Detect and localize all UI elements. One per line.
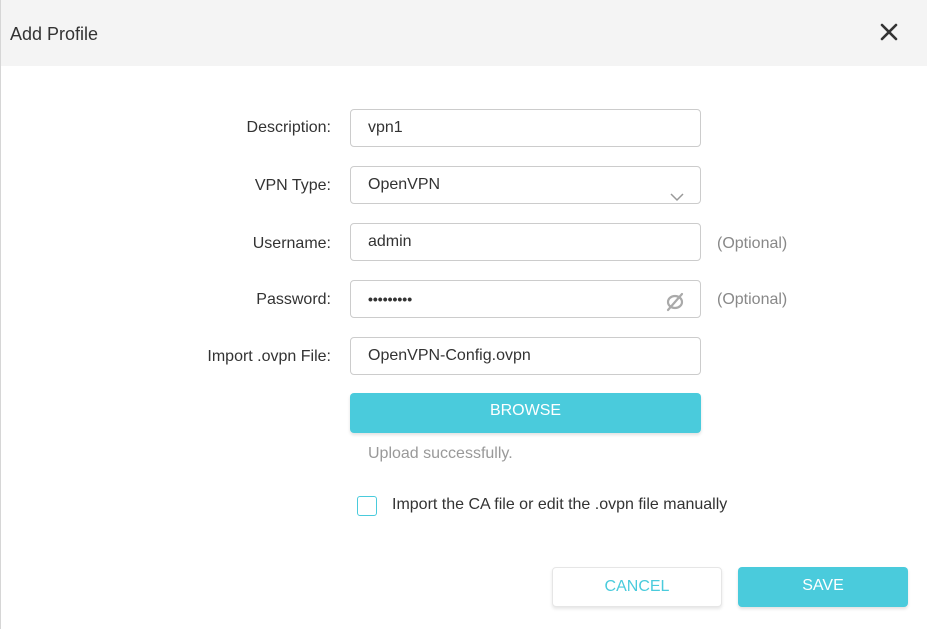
import-file-label: Import .ovpn File:	[207, 348, 331, 365]
description-label: Description:	[246, 119, 331, 136]
close-icon[interactable]	[877, 20, 901, 44]
add-profile-dialog: Add Profile Description: vpn1 VPN Type: …	[0, 0, 927, 629]
username-optional-hint: (Optional)	[717, 235, 788, 252]
save-button[interactable]: SAVE	[738, 567, 908, 607]
username-label: Username:	[252, 235, 331, 252]
chevron-down-icon	[670, 180, 684, 202]
vpn-type-label: VPN Type:	[254, 177, 331, 194]
import-file-input[interactable]: OpenVPN-Config.ovpn	[350, 337, 701, 375]
password-input[interactable]: •••••••••	[350, 280, 701, 318]
cancel-button[interactable]: CANCEL	[552, 567, 722, 607]
password-optional-hint: (Optional)	[717, 291, 788, 308]
dialog-header: Add Profile	[1, 0, 927, 66]
eye-off-icon[interactable]	[664, 290, 686, 312]
username-input[interactable]: admin	[350, 223, 701, 261]
upload-status: Upload successfully.	[368, 445, 513, 462]
browse-button[interactable]: BROWSE	[350, 393, 701, 433]
password-value: •••••••••	[368, 291, 413, 307]
vpn-type-select[interactable]: OpenVPN	[350, 166, 701, 204]
dialog-title: Add Profile	[10, 24, 99, 44]
password-label: Password:	[256, 291, 331, 308]
manual-edit-checkbox[interactable]	[357, 496, 377, 516]
manual-edit-label[interactable]: Import the CA file or edit the .ovpn fil…	[392, 495, 727, 515]
description-input[interactable]: vpn1	[350, 109, 701, 147]
vpn-type-value: OpenVPN	[368, 176, 441, 193]
